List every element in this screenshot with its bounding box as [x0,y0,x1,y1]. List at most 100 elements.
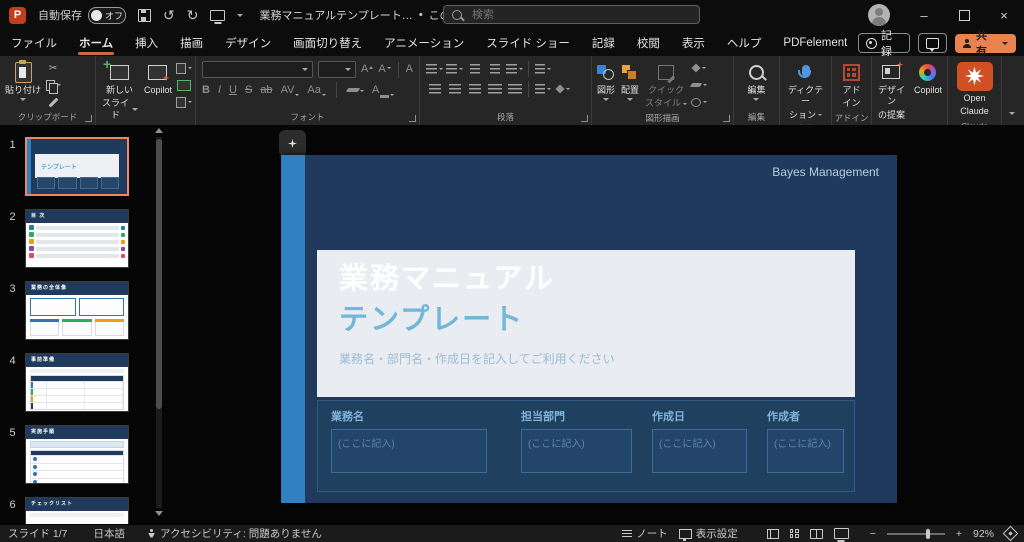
drawing-dialog-launcher[interactable] [723,115,730,122]
align-center-button[interactable] [446,82,463,96]
italic-button[interactable]: I [218,85,221,96]
slide-brand-text[interactable]: Bayes Management [772,165,879,179]
shrink-font-button[interactable]: A [378,64,390,75]
tab-home[interactable]: ホーム [68,30,124,56]
field-input-box[interactable]: (ここに記入) [652,429,747,473]
close-button[interactable]: × [984,0,1024,30]
copy-button[interactable] [45,78,61,92]
comments-button[interactable] [918,33,947,53]
tab-draw[interactable]: 描画 [169,30,214,56]
share-button[interactable]: 共有 [955,34,1016,53]
align-right-button[interactable] [466,82,483,96]
cut-button[interactable]: ✂ [45,61,61,75]
slideshow-view-button[interactable] [834,528,849,539]
account-avatar[interactable] [868,4,890,26]
field-input-box[interactable]: (ここに記入) [331,429,487,473]
tab-review[interactable]: 校閲 [626,30,671,56]
reset-slide-button[interactable] [176,78,192,92]
strikethrough-button[interactable]: S [245,85,252,96]
grow-font-button[interactable]: A [361,64,373,75]
record-button[interactable]: 記録 [858,33,910,53]
zoom-slider-thumb[interactable] [926,529,930,539]
thumbnail-slide-4[interactable]: 事前準備 [25,353,129,412]
redo-button[interactable]: ↻ [187,8,199,22]
bold-button[interactable]: B [202,85,210,96]
justify-button[interactable] [486,82,503,96]
slide-editing-surface[interactable]: Bayes Management 業務マニュアル テンプレート 業務名・部門名・… [281,155,897,503]
dictation-button[interactable]: ディクテー ション [783,60,828,122]
field-author[interactable]: 作成者 (ここに記入) [767,408,844,473]
designer-sparkle-button[interactable] [279,130,306,157]
thumbnail-slide-3[interactable]: 業務の全体像 [25,281,129,340]
zoom-in-button[interactable]: + [956,528,962,540]
collapse-ribbon-icon[interactable] [1009,112,1015,115]
tab-transitions[interactable]: 画面切り替え [282,30,373,56]
save-button[interactable] [138,9,151,22]
shape-outline-button[interactable] [691,78,707,92]
text-shadow-button[interactable]: ab [260,85,272,96]
decrease-indent-button[interactable] [466,62,483,76]
minimize-button[interactable]: – [904,0,944,30]
character-spacing-button[interactable]: AV [281,85,300,96]
convert-smartart-button[interactable] [554,82,571,96]
slide-title-box[interactable]: 業務マニュアル テンプレート 業務名・部門名・作成日を記入してご利用ください [317,250,855,397]
highlight-color-button[interactable] [347,88,364,92]
underline-button[interactable]: U [229,85,237,96]
thumbnail-slide-6[interactable]: チェックリスト [25,497,129,524]
shape-effects-button[interactable] [691,95,707,109]
zoom-level[interactable]: 92% [973,528,994,540]
tab-slideshow[interactable]: スライド ショー [475,30,581,56]
tab-insert[interactable]: 挿入 [124,30,169,56]
clear-formatting-button[interactable]: A [406,64,413,75]
copilot-slides-button[interactable]: Copilot [142,60,174,97]
arrange-button[interactable]: 配置 [619,60,641,102]
shapes-button[interactable]: 図形 [595,60,617,102]
slide-fields-panel[interactable]: 業務名 (ここに記入) 担当部門 (ここに記入) 作成日 (ここに記入) 作成者… [317,400,855,492]
scrollbar-thumb[interactable] [156,139,162,409]
tab-record[interactable]: 記録 [581,30,626,56]
search-box[interactable] [443,5,700,24]
section-button[interactable] [176,95,192,109]
field-department[interactable]: 担当部門 (ここに記入) [521,408,632,473]
tab-view[interactable]: 表示 [671,30,716,56]
addins-button[interactable]: アド イン [840,60,862,111]
slide-layout-button[interactable] [176,61,192,75]
tab-file[interactable]: ファイル [0,30,68,56]
tab-pdfelement[interactable]: PDFelement [772,30,858,56]
clipboard-dialog-launcher[interactable] [85,115,92,122]
thumbnail-slide-5[interactable]: 実施手順 [25,425,129,484]
search-input[interactable] [470,8,674,22]
scroll-up-icon[interactable] [155,128,163,133]
open-claude-button[interactable]: Open Claude [955,60,995,119]
reading-view-button[interactable] [810,529,823,539]
quick-access-dropdown[interactable] [237,14,243,17]
accessibility-status[interactable]: アクセシビリティ: 問題ありません [147,526,322,541]
tab-help[interactable]: ヘルプ [716,30,773,56]
new-slide-button[interactable]: 新しい スライド [99,60,140,122]
text-direction-button[interactable] [534,62,551,76]
tab-animations[interactable]: アニメーション [373,30,475,56]
change-case-button[interactable]: Aa [307,85,325,96]
numbering-button[interactable] [446,62,463,76]
field-created-date[interactable]: 作成日 (ここに記入) [652,408,747,473]
align-text-button[interactable] [534,82,551,96]
field-input-box[interactable]: (ここに記入) [521,429,632,473]
scroll-down-icon[interactable] [155,511,163,516]
columns-button[interactable] [506,82,523,96]
font-dialog-launcher[interactable] [409,115,416,122]
maximize-button[interactable] [944,0,984,30]
normal-view-button[interactable] [767,529,779,539]
powerpoint-app-icon[interactable]: P [9,7,26,24]
increase-indent-button[interactable] [486,62,503,76]
field-business-name[interactable]: 業務名 (ここに記入) [331,408,487,473]
font-color-button[interactable]: A [372,85,394,96]
quick-styles-button[interactable]: クイック スタイル [643,60,689,111]
notes-button[interactable]: ノート [622,526,668,541]
bullets-button[interactable] [426,62,443,76]
line-spacing-button[interactable] [506,62,523,76]
language-indicator[interactable]: 日本語 [94,526,126,541]
format-painter-button[interactable] [45,95,61,109]
slide-sorter-button[interactable] [790,529,799,538]
align-left-button[interactable] [426,82,443,96]
zoom-out-button[interactable]: − [870,528,876,540]
